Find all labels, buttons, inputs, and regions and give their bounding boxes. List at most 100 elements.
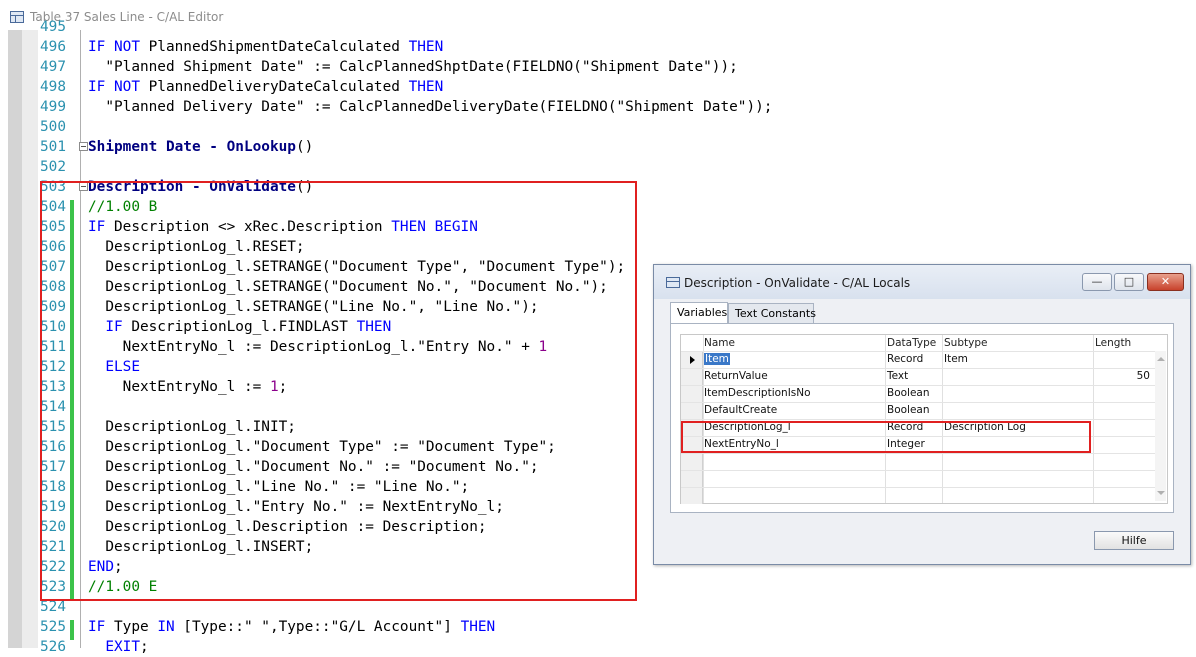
cell-datatype[interactable]: Text [887, 370, 908, 382]
variables-grid: Name DataType Subtype Length Item Record I… [680, 334, 1168, 504]
line-number: 497 [40, 59, 66, 75]
code-text: NextEntryNo_l := 1; [88, 377, 288, 397]
line-number: 518 [40, 479, 66, 495]
maximize-button[interactable]: □ [1114, 273, 1144, 291]
code-line[interactable]: 501 Shipment Date - OnLookup() [0, 137, 1196, 157]
code-token: Type [105, 619, 158, 635]
fold-toggle-icon[interactable] [79, 182, 88, 191]
cell-name[interactable]: DefaultCreate [704, 404, 777, 416]
code-token: () [295, 179, 314, 195]
row-selector[interactable] [681, 471, 703, 487]
code-trigger-name: Description - OnValidate [88, 179, 296, 195]
table-row[interactable] [681, 453, 1156, 470]
cell-datatype[interactable]: Record [887, 353, 923, 365]
cell-name[interactable]: ReturnValue [704, 370, 768, 382]
cell-name[interactable]: Item [704, 353, 730, 365]
code-line[interactable]: 526 EXIT; [0, 637, 1196, 657]
code-line[interactable]: 505 IF Description <> xRec.Description TH… [0, 217, 1196, 237]
grid-scrollbar[interactable] [1155, 351, 1166, 501]
row-selector[interactable] [681, 369, 703, 385]
current-row-arrow-icon [690, 356, 695, 364]
code-line[interactable]: 503 Description - OnValidate() [0, 177, 1196, 197]
row-selector[interactable] [681, 403, 703, 419]
code-keyword: THEN [408, 79, 444, 95]
code-text: IF NOT PlannedShipmentDateCalculated THE… [88, 37, 443, 57]
dialog-title-bar[interactable]: Description - OnValidate - C/AL Locals —… [654, 265, 1190, 299]
cell-name[interactable]: ItemDescriptionIsNo [704, 387, 811, 399]
code-line[interactable]: 525 IF Type IN [Type::" ",Type::"G/L Acco… [0, 617, 1196, 637]
close-button[interactable]: ✕ [1147, 273, 1184, 291]
code-line[interactable]: 524 [0, 597, 1196, 617]
code-keyword: IF NOT [88, 39, 140, 55]
row-selector[interactable] [681, 488, 703, 504]
code-line[interactable]: 497 "Planned Shipment Date" := CalcPlann… [0, 57, 1196, 77]
code-line[interactable]: 498 IF NOT PlannedDeliveryDateCalculated … [0, 77, 1196, 97]
code-line[interactable]: 502 [0, 157, 1196, 177]
tab-text-constants[interactable]: Text Constants [728, 303, 816, 323]
code-keyword: THEN [460, 619, 496, 635]
column-header-datatype[interactable]: DataType [887, 337, 936, 349]
code-text: DescriptionLog_l.INSERT; [88, 537, 313, 557]
line-number: 517 [40, 459, 66, 475]
line-number: 499 [40, 99, 66, 115]
row-selector[interactable] [681, 386, 703, 402]
table-row[interactable]: DefaultCreate Boolean [681, 402, 1156, 419]
table-row[interactable]: NextEntryNo_l Integer [681, 436, 1156, 453]
line-number: 503 [40, 179, 66, 195]
code-text: ELSE [88, 357, 140, 377]
code-line[interactable]: 500 [0, 117, 1196, 137]
cell-datatype[interactable]: Boolean [887, 387, 930, 399]
line-number: 509 [40, 299, 66, 315]
cell-name[interactable]: NextEntryNo_l [704, 438, 779, 450]
cell-datatype[interactable]: Boolean [887, 404, 930, 416]
cell-datatype[interactable]: Record [887, 421, 923, 433]
code-line[interactable]: 506 DescriptionLog_l.RESET; [0, 237, 1196, 257]
minimize-button[interactable]: — [1082, 273, 1112, 291]
fold-toggle-icon[interactable] [79, 142, 88, 151]
row-selector[interactable] [681, 454, 703, 470]
scroll-up-icon[interactable] [1157, 357, 1165, 361]
code-line[interactable]: 523 //1.00 E [0, 577, 1196, 597]
line-number: 520 [40, 519, 66, 535]
code-token: "Planned Shipment Date" := CalcPlannedSh… [88, 59, 738, 75]
table-row[interactable] [681, 487, 1156, 504]
code-token: DescriptionLog_l.RESET; [88, 239, 305, 255]
code-token: () [295, 139, 314, 155]
code-token: DescriptionLog_l.SETRANGE("Line No.", "L… [88, 299, 539, 315]
code-keyword: IF [88, 619, 106, 635]
code-token: [Type::" ",Type::"G/L Account"] [174, 619, 461, 635]
code-line[interactable]: 499 "Planned Delivery Date" := CalcPlann… [0, 97, 1196, 117]
code-line[interactable]: 496 IF NOT PlannedShipmentDateCalculated … [0, 37, 1196, 57]
code-token: DescriptionLog_l.SETRANGE("Document Type… [88, 259, 626, 275]
column-header-name[interactable]: Name [704, 337, 735, 349]
tab-variables[interactable]: Variables [670, 302, 728, 324]
code-keyword: IF NOT [88, 79, 140, 95]
code-token: ; [114, 559, 123, 575]
cell-name[interactable]: DescriptionLog_l [704, 421, 791, 433]
table-row[interactable]: ReturnValue Text 50 [681, 368, 1156, 385]
cell-length[interactable]: 50 [1095, 370, 1150, 382]
column-header-length[interactable]: Length [1095, 337, 1131, 349]
code-line[interactable]: 504 //1.00 B [0, 197, 1196, 217]
line-number: 519 [40, 499, 66, 515]
cell-subtype[interactable]: Description Log [944, 421, 1026, 433]
cell-subtype[interactable]: Item [944, 353, 968, 365]
table-row[interactable]: Item Record Item [681, 351, 1156, 368]
help-button[interactable]: Hilfe [1094, 531, 1174, 550]
code-text: DescriptionLog_l.Description := Descript… [88, 517, 486, 537]
code-token: PlannedShipmentDateCalculated [139, 39, 409, 55]
table-row[interactable]: ItemDescriptionIsNo Boolean [681, 385, 1156, 402]
scroll-down-icon[interactable] [1157, 491, 1165, 495]
selected-cell-text[interactable]: Item [704, 353, 730, 365]
row-selector[interactable] [681, 437, 703, 453]
line-number: 513 [40, 379, 66, 395]
row-selector[interactable] [681, 420, 703, 436]
cell-datatype[interactable]: Integer [887, 438, 925, 450]
code-text: END; [88, 557, 123, 577]
code-keyword: ELSE [88, 359, 140, 375]
table-row[interactable] [681, 470, 1156, 487]
code-line[interactable]: 495 [0, 17, 1196, 37]
column-header-subtype[interactable]: Subtype [944, 337, 987, 349]
row-selector[interactable] [681, 352, 703, 368]
table-row[interactable]: DescriptionLog_l Record Description Log [681, 419, 1156, 436]
